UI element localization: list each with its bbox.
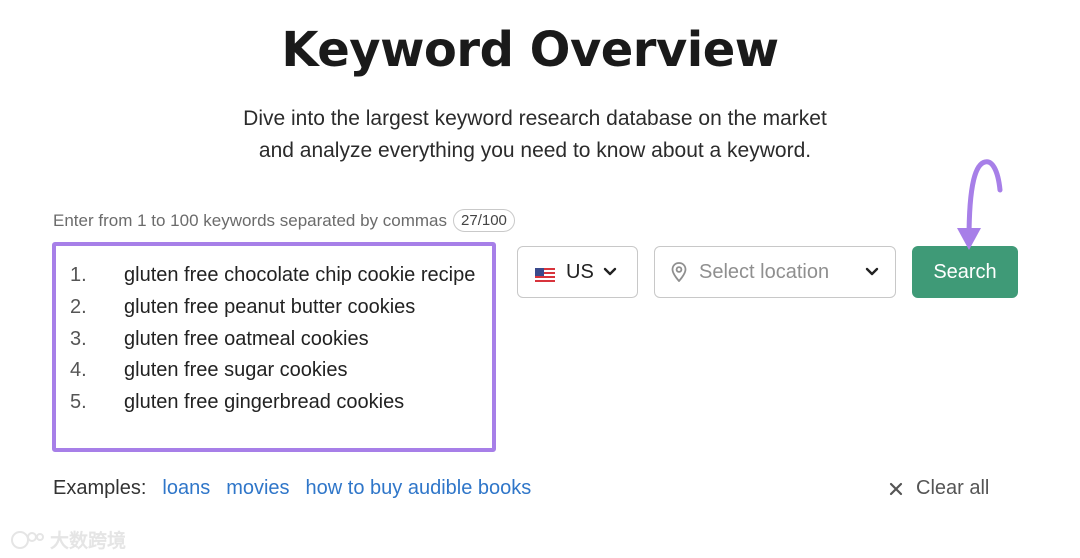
watermark: 大数跨境: [10, 526, 126, 553]
map-pin-icon: [671, 262, 687, 282]
examples-label: Examples:: [53, 477, 147, 499]
example-link[interactable]: loans: [162, 477, 210, 500]
keyword-item: 1. gluten free chocolate chip cookie rec…: [70, 260, 490, 292]
keyword-item: 3. gluten free oatmeal cookies: [70, 324, 490, 356]
page-title: Keyword Overview: [281, 22, 779, 78]
keyword-text: gluten free chocolate chip cookie recipe: [124, 264, 476, 286]
keyword-number: 3.: [70, 327, 87, 350]
us-flag-icon: [535, 265, 555, 282]
keyword-text: gluten free gingerbread cookies: [124, 391, 405, 414]
keyword-list: 1. gluten free chocolate chip cookie rec…: [70, 260, 490, 419]
clear-all-button[interactable]: Clear all: [888, 477, 989, 500]
keyword-item: 4. gluten free sugar cookies: [70, 355, 490, 387]
keyword-item: 2. gluten free peanut butter cookies: [70, 292, 490, 324]
curved-arrow-annotation: [957, 159, 1003, 250]
keyword-number: 4.: [70, 359, 87, 382]
search-button[interactable]: Search: [912, 246, 1018, 298]
keyword-counter-badge: 27/100: [453, 209, 515, 232]
watermark-logo-icon: [11, 530, 44, 549]
chevron-down-icon: [603, 267, 617, 277]
keyword-number: 5.: [70, 391, 87, 414]
close-icon: [888, 481, 904, 497]
keyword-text: gluten free sugar cookies: [124, 359, 348, 382]
clear-all-label: Clear all: [916, 477, 990, 499]
keywords-textarea[interactable]: 1. gluten free chocolate chip cookie rec…: [52, 242, 496, 452]
page-subtitle: Dive into the largest keyword research d…: [0, 103, 1070, 167]
country-value: US: [566, 260, 594, 283]
chevron-down-icon: [865, 267, 879, 277]
examples-row: Examples: loans movies how to buy audibl…: [53, 477, 531, 500]
watermark-text: 大数跨境: [50, 531, 127, 552]
keyword-item: 5. gluten free gingerbread cookies: [70, 387, 490, 419]
subtitle-line-1: Dive into the largest keyword research d…: [243, 107, 827, 130]
subtitle-line-2: and analyze everything you need to know …: [258, 139, 812, 162]
keyword-text: gluten free peanut butter cookies: [124, 295, 416, 318]
location-select[interactable]: Select location: [654, 246, 896, 298]
keywords-hint-text: Enter from 1 to 100 keywords separated b…: [53, 210, 448, 230]
example-link[interactable]: movies: [226, 477, 289, 500]
example-link[interactable]: how to buy audible books: [306, 477, 532, 500]
keyword-number: 2.: [70, 295, 87, 318]
keyword-number: 1.: [70, 264, 87, 286]
keywords-hint: Enter from 1 to 100 keywords separated b…: [53, 209, 515, 232]
location-placeholder: Select location: [699, 260, 830, 283]
keyword-text: gluten free oatmeal cookies: [124, 327, 369, 350]
country-select[interactable]: US: [517, 246, 638, 298]
